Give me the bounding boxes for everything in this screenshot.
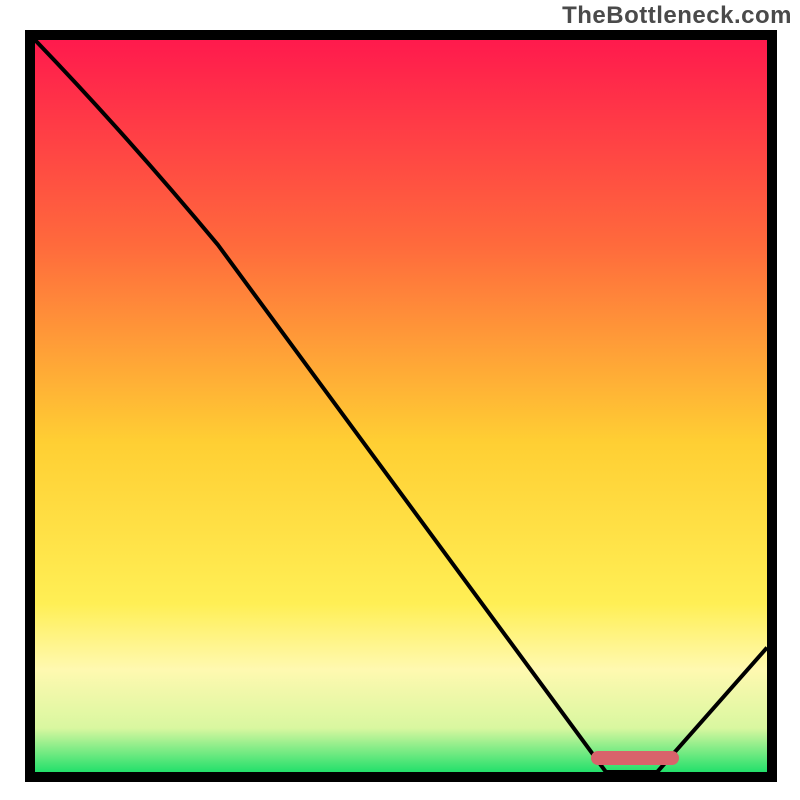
optimum-marker [591, 751, 679, 765]
watermark-text: TheBottleneck.com [562, 2, 792, 30]
plot-area [25, 30, 777, 782]
bottleneck-curve [35, 40, 767, 772]
chart-frame: TheBottleneck.com [0, 0, 800, 800]
